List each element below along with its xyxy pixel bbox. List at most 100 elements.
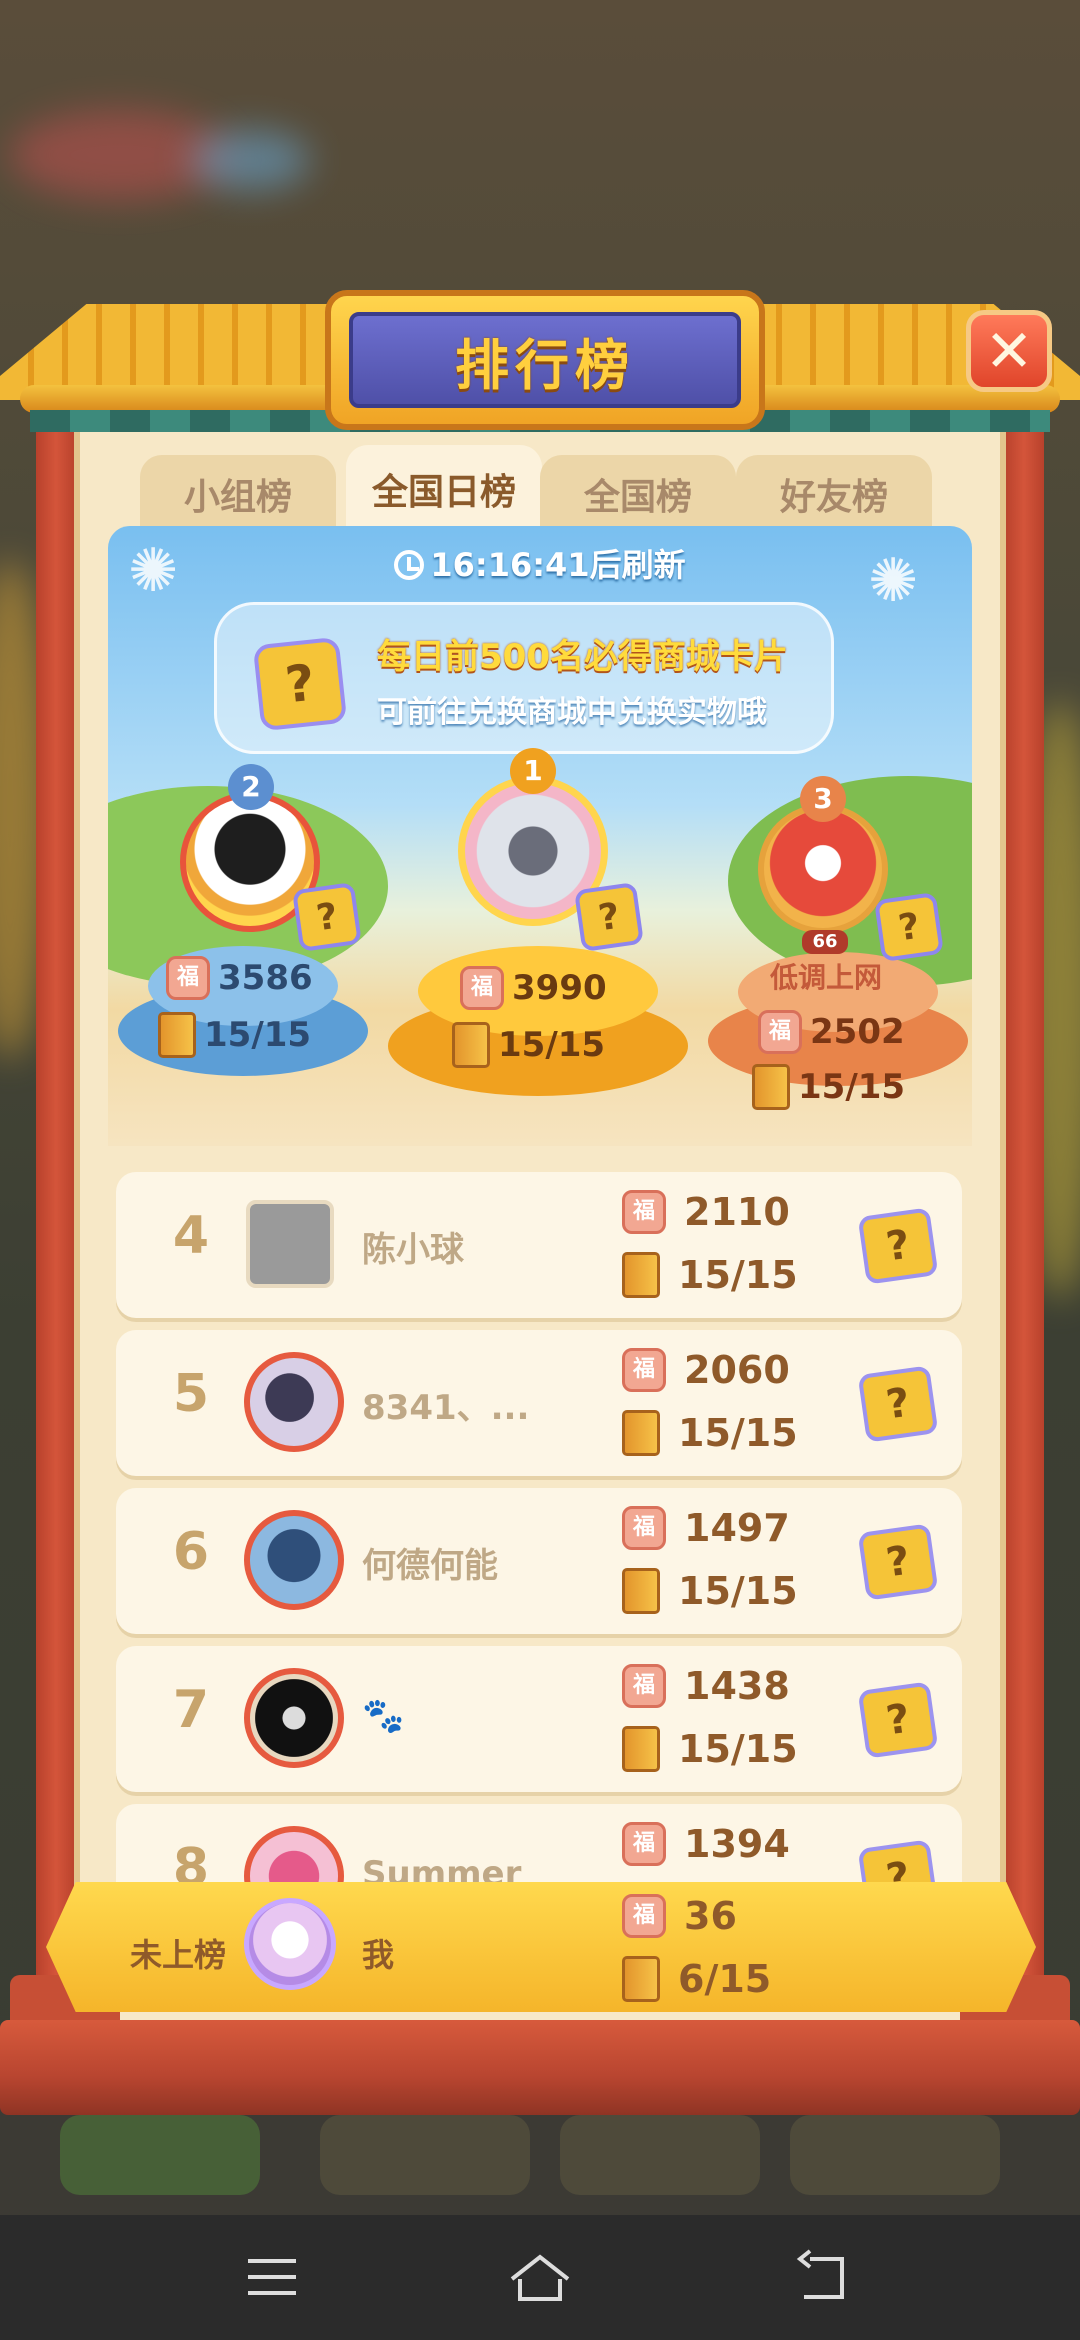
back-icon[interactable] — [790, 2245, 854, 2309]
score-value: 3586 — [218, 958, 313, 998]
my-avatar[interactable] — [244, 1898, 336, 1990]
fu-icon: 福 — [622, 1190, 666, 1234]
background-button — [320, 2115, 530, 2195]
row-rank: 5 — [172, 1364, 210, 1424]
row-score: 福 1394 — [622, 1822, 790, 1866]
mystery-card-icon[interactable]: ? — [857, 1365, 939, 1443]
tab-friends[interactable]: 好友榜 — [736, 455, 932, 533]
podium-caption-3: 低调上网 — [770, 961, 883, 994]
tab-group[interactable]: 小组榜 — [140, 455, 336, 533]
tab-national-daily[interactable]: 全国日榜 — [346, 445, 542, 533]
refresh-time: 16:16:41 — [430, 546, 590, 584]
row-rank: 6 — [172, 1522, 210, 1582]
progress-value: 15/15 — [678, 1411, 798, 1455]
row-name: 8341、... — [362, 1388, 530, 1428]
row-rank: 8 — [172, 1838, 210, 1884]
reward-banner: ? 每日前500名必得商城卡片 可前往兑换商城中兑换实物哦 — [214, 602, 834, 754]
my-progress: 6/15 — [622, 1956, 771, 2002]
fu-icon: 福 — [758, 1010, 802, 1054]
row-progress: 15/15 — [622, 1410, 798, 1456]
podium-progress-2: 15/15 — [158, 1012, 311, 1058]
clock-icon — [394, 550, 425, 580]
list-item[interactable]: 7 🐾 福 1438 15/15 ? — [116, 1646, 962, 1792]
book-icon — [622, 1252, 660, 1298]
row-score: 福 1497 — [622, 1506, 790, 1550]
fu-icon: 福 — [622, 1822, 666, 1866]
progress-value: 15/15 — [798, 1067, 906, 1107]
mystery-card-icon[interactable]: ? — [857, 1523, 939, 1601]
fu-icon: 福 — [622, 1894, 666, 1938]
mystery-card-icon[interactable]: ? — [873, 891, 945, 963]
mystery-card-icon: ? — [252, 636, 348, 732]
title-board: 排行榜 — [349, 312, 741, 408]
level-badge: 66 — [802, 930, 848, 954]
row-score: 福 2110 — [622, 1190, 790, 1234]
rank-badge-3: 3 — [800, 776, 846, 822]
podium-progress-1: 15/15 — [452, 1022, 605, 1068]
book-icon — [452, 1022, 490, 1068]
home-icon[interactable] — [508, 2245, 572, 2309]
fu-icon: 福 — [622, 1348, 666, 1392]
top-three-scene: ✺ ✺ 16:16:41后刷新 ? 每日前500名必得商城卡片 可前往兑换商城中… — [108, 526, 972, 1146]
book-icon — [622, 1956, 660, 2002]
avatar[interactable] — [244, 1826, 344, 1884]
mystery-card-icon[interactable]: ? — [573, 881, 645, 953]
page-title: 排行榜 — [455, 333, 635, 397]
background-button — [60, 2115, 260, 2195]
title-plaque: 排行榜 — [325, 290, 765, 430]
rank-badge-2: 2 — [228, 764, 274, 810]
my-name: 我 — [362, 1936, 395, 1974]
book-icon — [752, 1064, 790, 1110]
avatar[interactable] — [246, 1200, 334, 1288]
progress-value: 15/15 — [678, 1569, 798, 1613]
tab-bar: 小组榜 全国日榜 全国榜 好友榜 — [140, 445, 940, 533]
progress-value: 15/15 — [678, 1727, 798, 1771]
mystery-card-icon[interactable]: ? — [291, 881, 363, 953]
podium-score-3: 福 2502 — [758, 1010, 905, 1054]
rank-badge-1: 1 — [510, 748, 556, 794]
close-icon: ✕ — [984, 317, 1034, 385]
book-icon — [622, 1726, 660, 1772]
row-name: 🐾 — [362, 1696, 405, 1736]
frame-pillar-right — [1004, 420, 1044, 2040]
close-button[interactable]: ✕ — [966, 310, 1052, 392]
avatar[interactable] — [244, 1352, 344, 1452]
mystery-card-icon[interactable]: ? — [857, 1681, 939, 1759]
tab-label: 小组榜 — [183, 477, 292, 518]
progress-value: 6/15 — [678, 1957, 772, 2001]
refresh-suffix: 后刷新 — [589, 546, 686, 584]
frame-pillar-left — [36, 420, 76, 2040]
mystery-card-icon[interactable]: ? — [857, 1839, 939, 1884]
book-icon — [622, 1410, 660, 1456]
tab-label: 好友榜 — [779, 477, 888, 518]
list-item[interactable]: 5 8341、... 福 2060 15/15 ? — [116, 1330, 962, 1476]
fu-icon: 福 — [460, 966, 504, 1010]
row-score: 福 2060 — [622, 1348, 790, 1392]
avatar[interactable] — [244, 1668, 344, 1768]
list-item[interactable]: 4 陈小球 福 2110 15/15 ? — [116, 1172, 962, 1318]
podium-progress-3: 15/15 — [752, 1064, 905, 1110]
list-item[interactable]: 8 Summer 福 1394 ? — [116, 1804, 962, 1884]
card-label: ? — [282, 653, 318, 715]
ranking-list[interactable]: 4 陈小球 福 2110 15/15 ? 5 8341、... 福 2060 15/… — [116, 1172, 962, 1884]
book-icon — [622, 1568, 660, 1614]
refresh-timer: 16:16:41后刷新 — [108, 540, 972, 586]
fu-icon: 福 — [622, 1506, 666, 1550]
podium-score-2: 福 3586 — [166, 956, 313, 1000]
frame-base — [0, 2020, 1080, 2115]
row-rank: 4 — [172, 1206, 210, 1266]
banner-headline: 每日前500名必得商城卡片 — [377, 637, 788, 677]
tab-national[interactable]: 全国榜 — [540, 455, 736, 533]
menu-icon[interactable] — [240, 2245, 304, 2309]
tab-label: 全国榜 — [583, 477, 692, 518]
avatar-rank-3[interactable] — [758, 804, 888, 934]
row-name: 何德何能 — [362, 1546, 498, 1586]
mystery-card-icon[interactable]: ? — [857, 1207, 939, 1285]
score-value: 1394 — [684, 1822, 790, 1866]
score-value: 1438 — [684, 1664, 790, 1708]
score-value: 2110 — [684, 1190, 790, 1234]
background-button — [790, 2115, 1000, 2195]
score-value: 2060 — [684, 1348, 790, 1392]
avatar[interactable] — [244, 1510, 344, 1610]
list-item[interactable]: 6 何德何能 福 1497 15/15 ? — [116, 1488, 962, 1634]
